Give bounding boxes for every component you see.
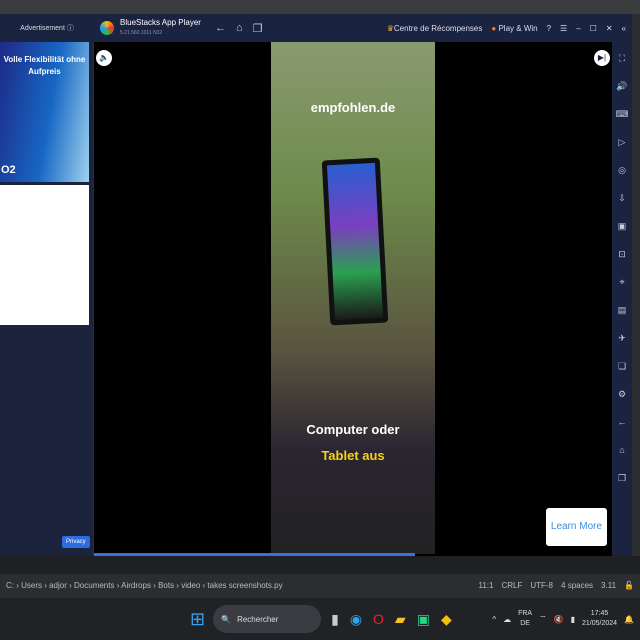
coin-icon: ● [491,23,497,33]
sidebar-home-icon[interactable]: ⌂ [619,440,624,461]
rewards-button[interactable]: ♛Centre de Récompenses [387,24,483,33]
windows-start-icon[interactable]: ⊞ [190,609,205,630]
wifi-icon[interactable]: ⌔ [539,614,547,624]
search-icon: 🔍 [221,614,232,624]
sidebar-recent-icon[interactable]: ❐ [618,468,626,489]
skip-icon[interactable]: ▶| [594,50,610,66]
help-icon[interactable]: ? [547,24,551,33]
volume-icon[interactable]: 🔊 [616,76,627,97]
breadcrumb-item[interactable]: C: [6,581,14,590]
caption-line-2: Tablet aus [321,448,385,463]
line-ending[interactable]: CRLF [501,581,522,590]
airplane-icon[interactable]: ✈ [618,328,626,349]
search-box[interactable]: 🔍 Rechercher [213,605,322,633]
breadcrumb-item[interactable]: Users [21,581,42,590]
menu-icon[interactable]: ☰ [560,24,567,33]
o2-logo: O2 [1,164,16,176]
indent[interactable]: 4 spaces [561,581,593,590]
breadcrumb: C: › Users › adjor › Documents › Airdrop… [6,581,283,590]
encoding[interactable]: UTF-8 [530,581,553,590]
location-icon[interactable]: ⌖ [619,272,624,293]
cursor-position[interactable]: 11:1 [478,581,493,590]
sidebar-back-icon[interactable]: ← [618,412,627,433]
clock[interactable]: 17:45 21/05/2024 [582,609,617,629]
ad-banner-blank[interactable] [0,185,89,325]
breadcrumb-item[interactable]: Documents [74,581,114,590]
breadcrumb-separator: › [66,580,75,590]
bluestacks-logo-icon [100,21,114,35]
breadcrumb-item[interactable]: adjor [49,581,67,590]
tray-chevron-icon[interactable]: ^ [492,615,496,624]
media-icon[interactable]: ▤ [618,300,627,321]
language-indicator[interactable]: FRA DE [518,609,532,629]
ad-panel: Volle Flexibilität ohne Aufpreis O2 Priva… [0,42,93,556]
task-view-icon[interactable]: ▮ [331,611,339,628]
volume-muted-icon[interactable]: 🔇 [554,615,564,624]
app-stage: 🔈 ▶| empfohlen.de Computer oder Tablet a… [94,42,612,556]
interpreter[interactable]: 3.11 [601,581,616,590]
app-version: 5.21.560.1011 N32 [120,30,163,36]
fullscreen-icon[interactable]: ⛶ [619,48,625,69]
tablet-image [321,157,389,326]
caption-line-1: Computer oder [306,422,400,437]
breadcrumb-item[interactable]: video [181,581,200,590]
play-win-button[interactable]: ● Play & Win [491,24,537,33]
ad-banner[interactable]: Volle Flexibilität ohne Aufpreis O2 [0,42,89,182]
learn-more-button[interactable]: Learn More [546,508,607,546]
shake-icon[interactable]: ⊡ [618,244,626,265]
home-icon[interactable]: ⌂ [236,22,243,35]
battery-icon[interactable]: ▮ [571,615,575,624]
privacy-button[interactable]: Privacy [62,536,90,548]
keyboard-icon[interactable]: ⌨ [616,104,629,125]
ide-statusbar: C: › Users › adjor › Documents › Airdrop… [0,574,640,596]
video-ad[interactable]: empfohlen.de Computer oder Tablet aus [271,42,435,554]
settings-icon[interactable]: ⚙ [618,384,626,405]
breadcrumb-item[interactable]: Airdrops [121,581,151,590]
windows-taskbar: ⊞ 🔍 Rechercher ▮ ◉ O ▰ ▣ ◆ ^ ☁ FRA DE ⌔ 🔇 … [0,598,640,640]
bluestacks-sidebar: ⛶ 🔊 ⌨ ▷ ◎ ⇩ ▣ ⊡ ⌖ ▤ ✈ ❏ ⚙ ← ⌂ ❐ [612,42,632,556]
ad-label: Advertisement ⓘ [20,25,74,32]
notification-icon[interactable]: 🔔 [624,615,634,624]
collapse-sidebar-icon[interactable]: « [622,24,626,33]
back-icon[interactable]: ← [215,22,226,35]
edge-icon[interactable]: ◉ [350,611,362,628]
minimize-icon[interactable]: – [576,24,580,33]
app-title: BlueStacks App Player [120,18,201,27]
file-explorer-icon[interactable]: ▰ [395,611,406,628]
breadcrumb-separator: › [150,580,159,590]
close-icon[interactable]: ✕ [606,24,613,33]
macro-icon[interactable]: ◎ [618,160,626,181]
onedrive-icon[interactable]: ☁ [503,615,511,624]
pycharm-icon[interactable]: ▣ [417,611,430,628]
bluestacks-titlebar: Advertisement ⓘ BlueStacks App Player 5.2… [0,14,632,42]
breadcrumb-item[interactable]: takes screenshots.py [207,581,282,590]
screenshot-icon[interactable]: ▣ [618,216,627,237]
crown-icon: ♛ [386,23,394,33]
mute-icon[interactable]: 🔈 [96,50,112,66]
background-window [0,0,640,14]
lock-icon[interactable]: 🔓 [624,581,634,590]
ide-panel [0,556,640,574]
video-brand: empfohlen.de [310,100,396,115]
breadcrumb-item[interactable]: Bots [158,581,174,590]
multi-instance-icon[interactable]: ❏ [618,356,626,377]
maximize-icon[interactable]: ☐ [590,24,597,33]
recent-apps-icon[interactable]: ❐ [253,22,263,35]
install-apk-icon[interactable]: ⇩ [618,188,626,209]
bluestacks-taskbar-icon[interactable]: ◆ [441,611,452,628]
opera-icon[interactable]: O [373,611,384,628]
record-icon[interactable]: ▷ [619,132,626,153]
